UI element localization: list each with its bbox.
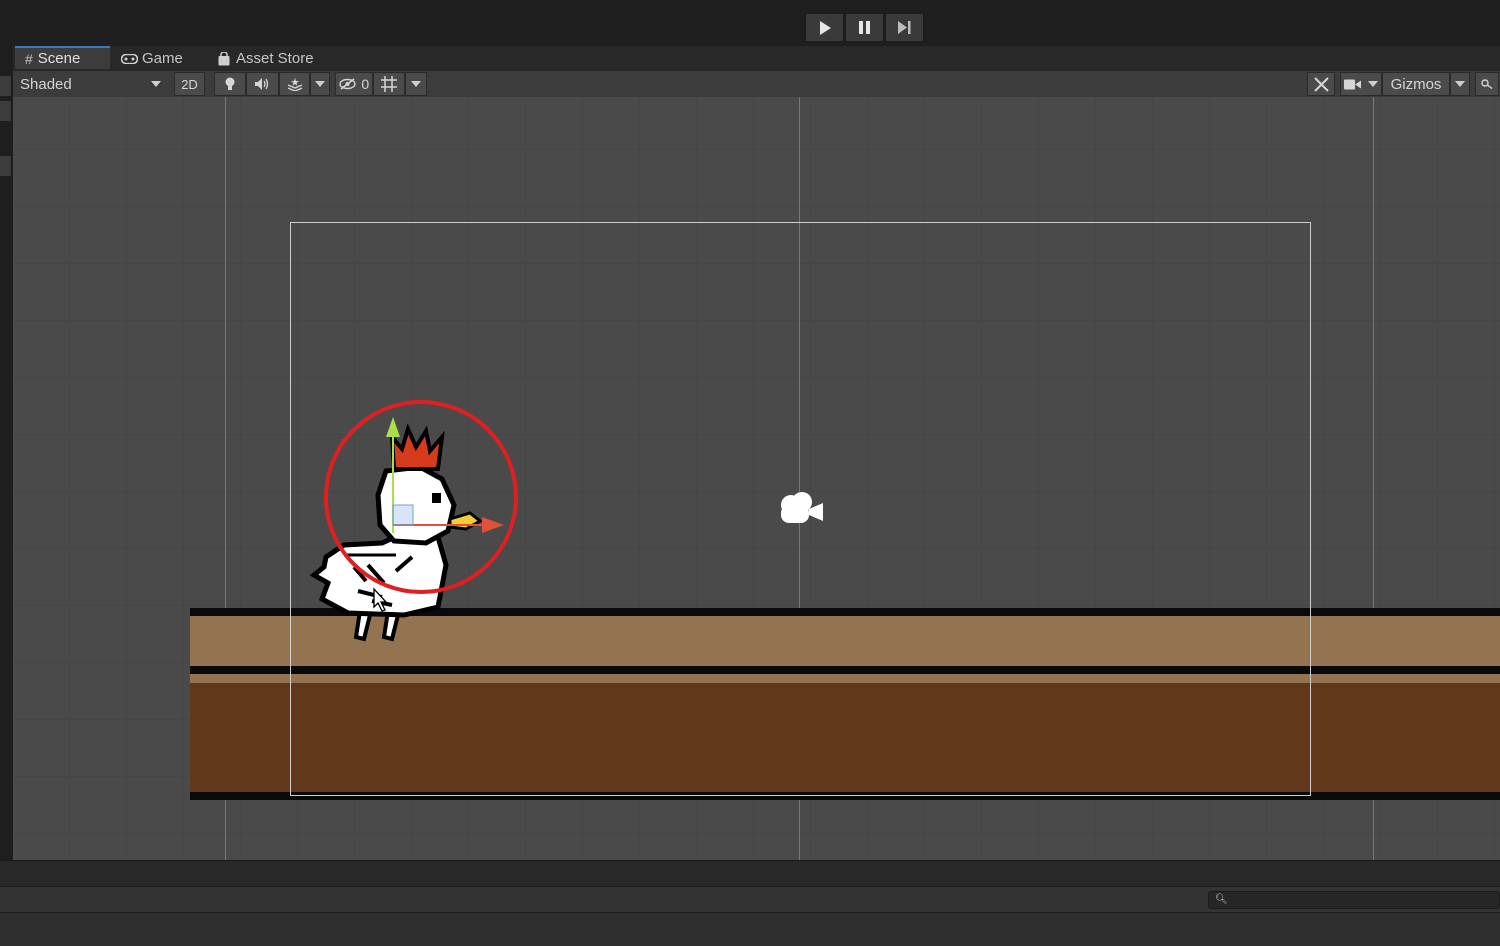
search-icon: 🔍︎ [1215,894,1228,905]
panel-tab-stub[interactable] [0,156,12,176]
play-icon [819,20,831,35]
gamepad-icon [121,53,138,64]
search-input[interactable]: 🔍︎ [1208,891,1500,909]
panel-body [0,912,1500,946]
scene-viewport[interactable] [13,97,1500,860]
pause-button[interactable] [845,13,884,42]
camera-gizmo-icon[interactable] [777,491,825,529]
speaker-icon [254,78,268,90]
audio-toggle[interactable] [246,72,279,96]
search-icon [1481,79,1493,89]
tab-asset-store[interactable]: Asset Store [218,46,314,71]
lightbulb-icon [225,77,235,90]
panel-tab-stub[interactable] [0,76,12,96]
panel-tab-stub[interactable] [0,101,12,121]
chevron-down-icon [151,81,161,87]
top-toolbar [0,0,1500,46]
hidden-eye-icon [339,78,356,90]
camera-settings-dropdown[interactable] [1340,72,1382,96]
highlight-circle [324,400,518,594]
scene-search-button[interactable] [1475,72,1499,96]
tab-label: Asset Store [236,50,314,67]
playmode-controls [805,13,925,42]
draw-mode-label: Shaded [20,75,72,93]
draw-mode-dropdown[interactable]: Shaded [15,72,165,96]
tab-label: Game [142,50,183,67]
tab-label: Scene [37,50,81,67]
toggle-2d-button[interactable]: 2D [174,72,205,96]
grid-snap-icon [381,76,397,92]
lighting-toggle[interactable] [214,72,246,96]
step-button[interactable] [885,13,924,42]
tab-scene[interactable]: # Scene [15,46,110,69]
scene-visibility-toggle[interactable]: 0 [335,72,373,96]
scene-toolbar: Shaded 2D 0 Gizmos [13,71,1500,98]
chevron-down-icon [411,81,421,87]
play-button[interactable] [805,13,844,42]
gizmos-label: Gizmos [1390,75,1442,93]
gizmos-button[interactable]: Gizmos [1382,72,1450,96]
pause-icon [859,21,870,34]
video-camera-icon [1344,79,1362,89]
mode-2d-label: 2D [181,76,198,92]
grid-dropdown[interactable] [405,72,427,96]
chevron-down-icon [1455,81,1465,87]
view-tabs: # Scene Game Asset Store [13,46,1500,72]
chevron-down-icon [1367,81,1378,87]
hidden-count: 0 [361,76,370,92]
tab-game[interactable]: Game [121,46,183,71]
status-strip [0,860,1500,887]
step-icon [898,21,911,34]
grid-toggle[interactable] [373,72,405,96]
shopping-bag-icon [218,51,230,65]
tools-toggle[interactable] [1307,72,1335,96]
left-panel-edge [0,46,13,860]
chevron-down-icon [315,81,325,87]
effects-toggle[interactable] [279,72,310,96]
panel-header: 🔍︎ [0,886,1500,913]
gizmos-dropdown[interactable] [1450,72,1470,96]
layers-icon [287,78,302,91]
effects-dropdown[interactable] [310,72,330,96]
wrench-cross-icon [1313,76,1329,92]
grid-icon: # [25,50,33,67]
